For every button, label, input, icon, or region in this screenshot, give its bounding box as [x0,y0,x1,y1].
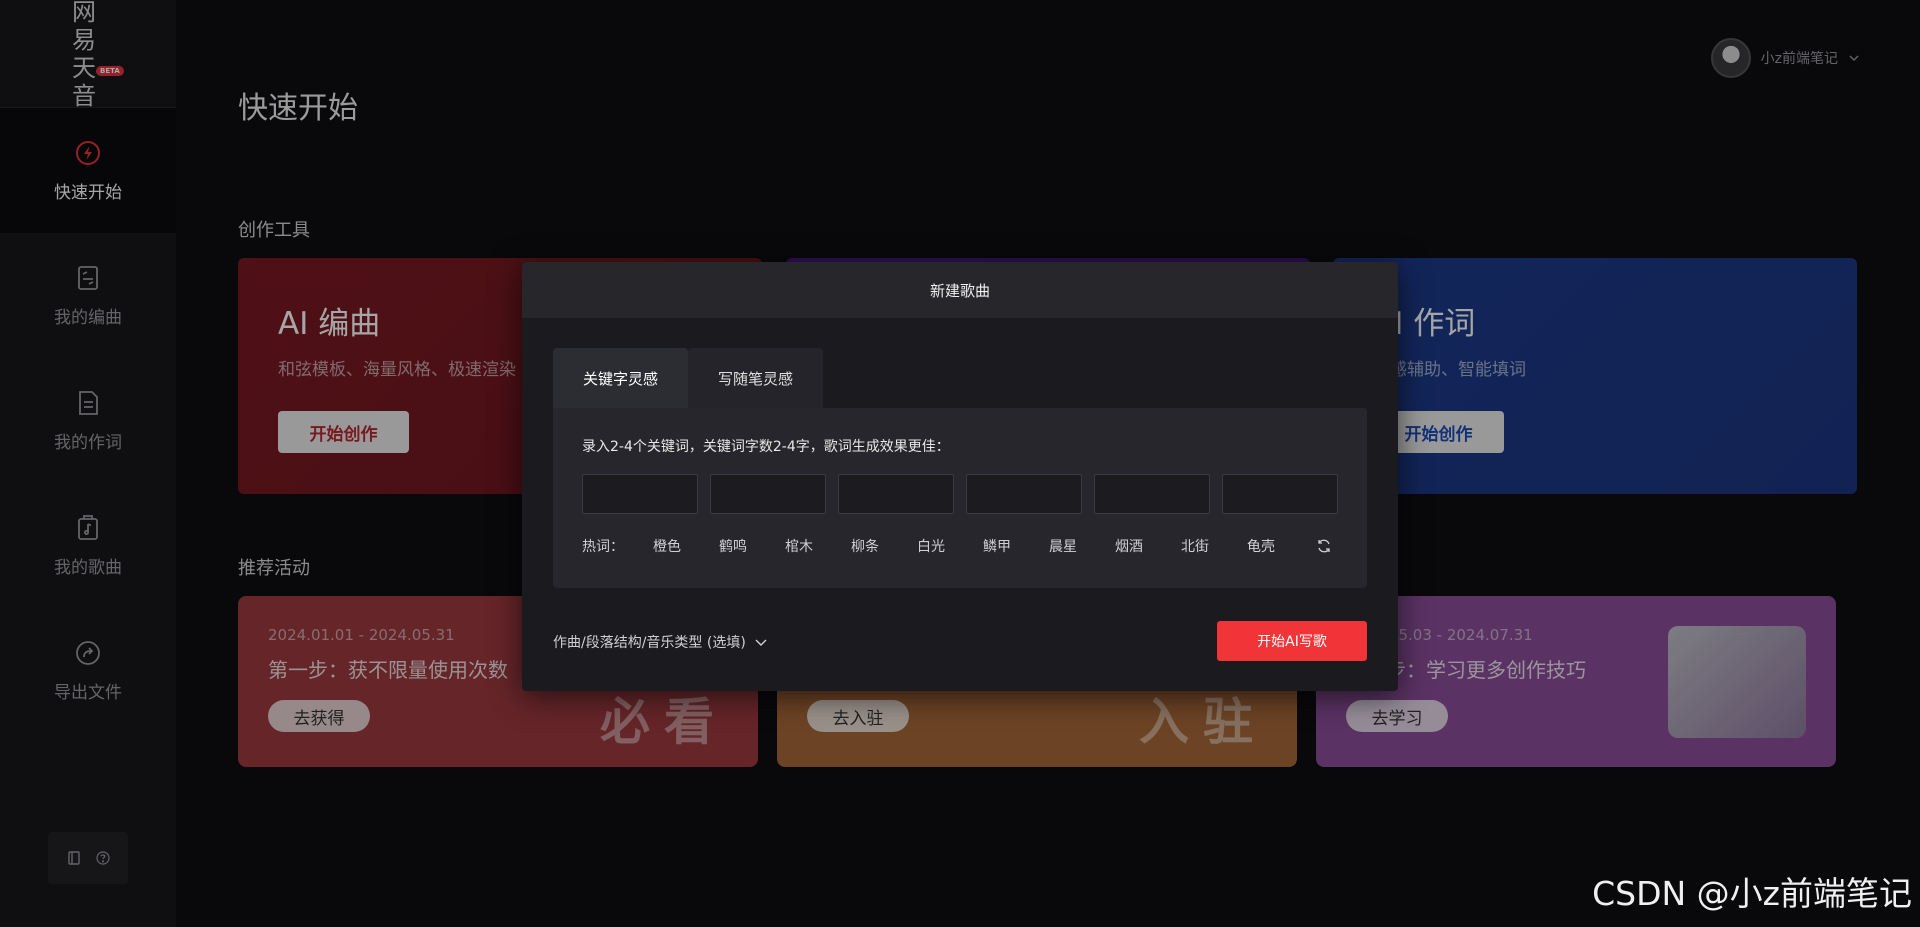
keyword-panel: 录入2-4个关键词，关键词字数2-4字，歌词生成效果更佳： 热词： 橙色 鹤鸣 … [553,408,1367,588]
hot-word[interactable]: 鳞甲 [964,536,1030,556]
optional-settings-toggle[interactable]: 作曲/段落结构/音乐类型 (选填) [553,632,768,652]
hot-word[interactable]: 烟酒 [1096,536,1162,556]
keyword-input-4[interactable] [966,474,1082,514]
hot-word[interactable]: 橙色 [634,536,700,556]
tab-essay-inspiration[interactable]: 写随笔灵感 [688,348,824,408]
hot-word[interactable]: 晨星 [1030,536,1096,556]
hot-word[interactable]: 白光 [898,536,964,556]
keyword-inputs [582,474,1338,514]
hot-word[interactable]: 棺木 [766,536,832,556]
keyword-input-6[interactable] [1222,474,1338,514]
refresh-icon [1318,539,1330,553]
watermark: CSDN @小z前端笔记 [1592,874,1912,913]
hot-word[interactable]: 北街 [1162,536,1228,556]
tab-keyword-inspiration[interactable]: 关键字灵感 [553,348,689,408]
new-song-dialog: 新建歌曲 关键字灵感 写随笔灵感 录入2-4个关键词，关键词字数2-4字，歌词生… [522,262,1398,691]
keyword-hint: 录入2-4个关键词，关键词字数2-4字，歌词生成效果更佳： [582,439,950,455]
chevron-down-icon [755,639,767,646]
refresh-hot-words-button[interactable] [1316,538,1332,554]
dialog-tabs: 关键字灵感 写随笔灵感 [553,348,824,408]
optional-settings-label: 作曲/段落结构/音乐类型 (选填) [553,635,746,651]
hot-word[interactable]: 柳条 [832,536,898,556]
keyword-input-3[interactable] [838,474,954,514]
keyword-input-5[interactable] [1094,474,1210,514]
dialog-title: 新建歌曲 [522,262,1398,318]
hot-word[interactable]: 鹤鸣 [700,536,766,556]
start-ai-songwriting-button[interactable]: 开始AI写歌 [1217,621,1367,661]
keyword-input-1[interactable] [582,474,698,514]
hot-word[interactable]: 龟壳 [1228,536,1294,556]
hot-words-label: 热词： [582,539,624,555]
hot-words: 热词： 橙色 鹤鸣 棺木 柳条 白光 鳞甲 晨星 烟酒 北街 龟壳 [582,536,1338,556]
keyword-input-2[interactable] [710,474,826,514]
